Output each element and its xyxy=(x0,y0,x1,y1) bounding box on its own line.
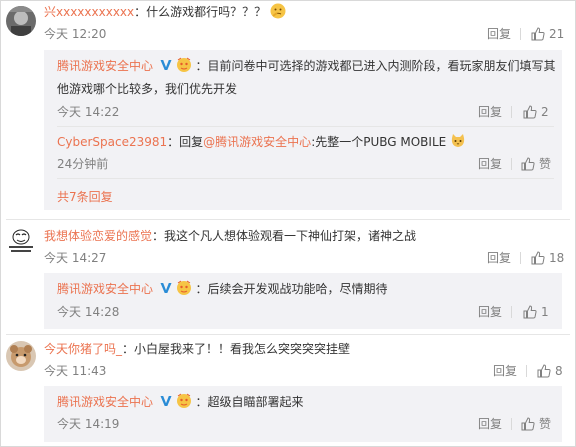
like-count: 1 xyxy=(541,305,549,319)
member-badge-icon xyxy=(176,393,191,408)
thumbs-up-icon xyxy=(537,364,551,378)
like-button[interactable]: 1 xyxy=(523,304,549,320)
reply-username[interactable]: 腾讯游戏安全中心 xyxy=(57,395,153,409)
reply-prefix: ：回复 xyxy=(167,135,204,149)
comment-time: 今天 12:20 xyxy=(44,27,107,41)
reply-button[interactable]: 回复 xyxy=(487,26,511,42)
comment-username[interactable]: 今天你猪了吗_ xyxy=(44,342,122,356)
like-button[interactable]: 赞 xyxy=(521,416,551,432)
reply-button[interactable]: 回复 xyxy=(478,416,502,432)
comment-line: 兴xxxxxxxxxxx：什么游戏都行吗？？？ xyxy=(44,3,286,21)
thumbs-up-icon xyxy=(531,27,545,41)
reply-line: 腾讯游戏安全中心 ：后续会开发观战功能哈，尽情期待 xyxy=(57,280,388,298)
reply-button[interactable]: 回复 xyxy=(478,156,502,172)
mention-link[interactable]: @腾讯游戏安全中心 xyxy=(203,135,311,149)
reply-button[interactable]: 回复 xyxy=(493,363,517,379)
like-button[interactable]: 赞 xyxy=(521,156,551,172)
thumbs-up-icon xyxy=(523,305,537,319)
thumbs-up-icon xyxy=(521,417,535,431)
reply-button[interactable]: 回复 xyxy=(487,250,511,266)
reply-time: 24分钟前 xyxy=(57,157,109,171)
action-divider xyxy=(511,106,512,118)
comment-divider xyxy=(6,334,570,335)
reply-line: 腾讯游戏安全中心 ：超级自瞄部署起来 xyxy=(57,393,304,411)
like-label: 赞 xyxy=(539,417,552,431)
avatar-image xyxy=(6,341,36,371)
reply-button[interactable]: 回复 xyxy=(478,104,502,120)
reply-text: ：目前问卷中可选择的游戏都已进入内测阶段，看玩家朋友们填写其 xyxy=(195,59,556,73)
action-divider xyxy=(520,252,521,264)
verified-v-icon xyxy=(160,60,172,70)
reply-line: 腾讯游戏安全中心 ：目前问卷中可选择的游戏都已进入内测阶段，看玩家朋友们填写其 xyxy=(57,57,556,75)
comment-username[interactable]: 兴xxxxxxxxxxx xyxy=(44,5,134,19)
reply-text-continued: 他游戏哪个比较多，我们优先开发 xyxy=(57,82,238,96)
reply-text: ：超级自瞄部署起来 xyxy=(195,395,304,409)
like-button[interactable]: 21 xyxy=(531,26,564,42)
reply-divider xyxy=(57,126,554,127)
action-divider xyxy=(526,365,527,377)
reply-divider xyxy=(57,178,554,179)
comment-text: ：什么游戏都行吗？？？ xyxy=(134,5,267,19)
like-button[interactable]: 2 xyxy=(523,104,549,120)
action-divider xyxy=(511,306,512,318)
like-label: 赞 xyxy=(539,157,552,171)
reply-text: :先整一个PUBG MOBILE xyxy=(311,135,447,149)
thumbs-up-icon xyxy=(521,157,535,171)
member-badge-icon xyxy=(176,280,191,295)
like-button[interactable]: 8 xyxy=(537,363,563,379)
avatar-image xyxy=(6,6,36,36)
action-divider xyxy=(511,158,512,170)
comment-time: 今天 14:27 xyxy=(44,251,107,265)
avatar[interactable] xyxy=(6,6,36,36)
comment-line: 今天你猪了吗_：小白屋我来了！！看我怎么突突突突挂壁 xyxy=(44,340,350,358)
like-count: 8 xyxy=(555,364,563,378)
reply-username[interactable]: CyberSpace23981 xyxy=(57,135,167,149)
verified-v-icon xyxy=(160,396,172,406)
comment-username[interactable]: 我想体验恋爱的感觉 xyxy=(44,229,152,243)
reply-line: CyberSpace23981：回复@腾讯游戏安全中心:先整一个PUBG MOB… xyxy=(57,133,466,151)
reply-text: ：后续会开发观战功能哈，尽情期待 xyxy=(195,282,388,296)
like-count: 18 xyxy=(549,251,565,265)
comment-divider xyxy=(6,219,570,220)
thinking-emoji-icon xyxy=(270,3,286,19)
reply-time: 今天 14:19 xyxy=(57,417,120,431)
comment-line: 我想体验恋爱的感觉：我这个凡人想体验观看一下神仙打架，诸神之战 xyxy=(44,227,416,245)
like-count: 2 xyxy=(541,105,549,119)
action-divider xyxy=(511,418,512,430)
reply-time: 今天 14:28 xyxy=(57,305,120,319)
action-divider xyxy=(520,28,521,40)
cat-emoji-icon xyxy=(451,134,465,147)
avatar-image xyxy=(6,226,36,256)
comment-text: ：我这个凡人想体验观看一下神仙打架，诸神之战 xyxy=(152,229,417,243)
like-button[interactable]: 18 xyxy=(531,250,564,266)
avatar[interactable] xyxy=(6,341,36,371)
reply-username[interactable]: 腾讯游戏安全中心 xyxy=(57,282,153,296)
like-count: 21 xyxy=(549,27,565,41)
reply-username[interactable]: 腾讯游戏安全中心 xyxy=(57,59,153,73)
verified-v-icon xyxy=(160,283,172,293)
thumbs-up-icon xyxy=(523,105,537,119)
avatar[interactable] xyxy=(6,226,36,256)
reply-time: 今天 14:22 xyxy=(57,105,120,119)
thumbs-up-icon xyxy=(531,251,545,265)
more-replies-link[interactable]: 共7条回复 xyxy=(57,188,113,205)
comment-text: ：小白屋我来了！！看我怎么突突突突挂壁 xyxy=(122,342,351,356)
comment-time: 今天 11:43 xyxy=(44,364,107,378)
reply-button[interactable]: 回复 xyxy=(478,304,502,320)
member-badge-icon xyxy=(176,57,191,72)
